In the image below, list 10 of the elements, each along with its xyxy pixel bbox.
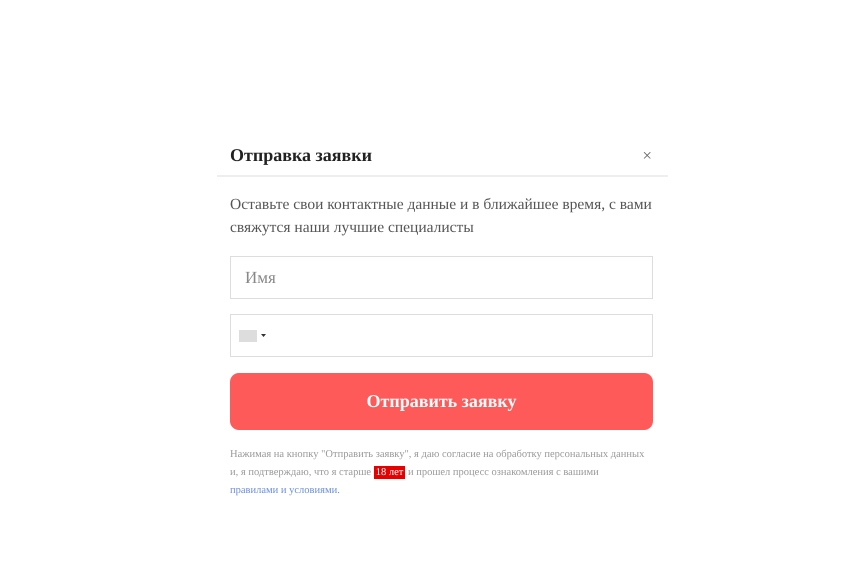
name-field[interactable]: Имя (230, 256, 653, 299)
dialog-title: Отправка заявки (230, 144, 372, 166)
flag-icon[interactable] (239, 330, 257, 342)
close-button[interactable]: × (640, 146, 654, 164)
caret-icon (261, 334, 266, 337)
terms-link[interactable]: правилами и условиями. (230, 485, 340, 496)
submit-button[interactable]: Отправить заявку (230, 373, 653, 430)
consent-text: Нажимая на кнопку "Отправить заявку", я даю согласие на обработку персональных данных и, я подтверждаю, что я старше 18 лет и прошел процесс ознакомления с вашими правилами и условиями. (230, 448, 646, 498)
description-text: Оставьте свои контактные данные и в ближайшее время, с вами свяжутся наши лучшие специалисты (230, 195, 653, 238)
phone-field[interactable] (230, 314, 653, 357)
